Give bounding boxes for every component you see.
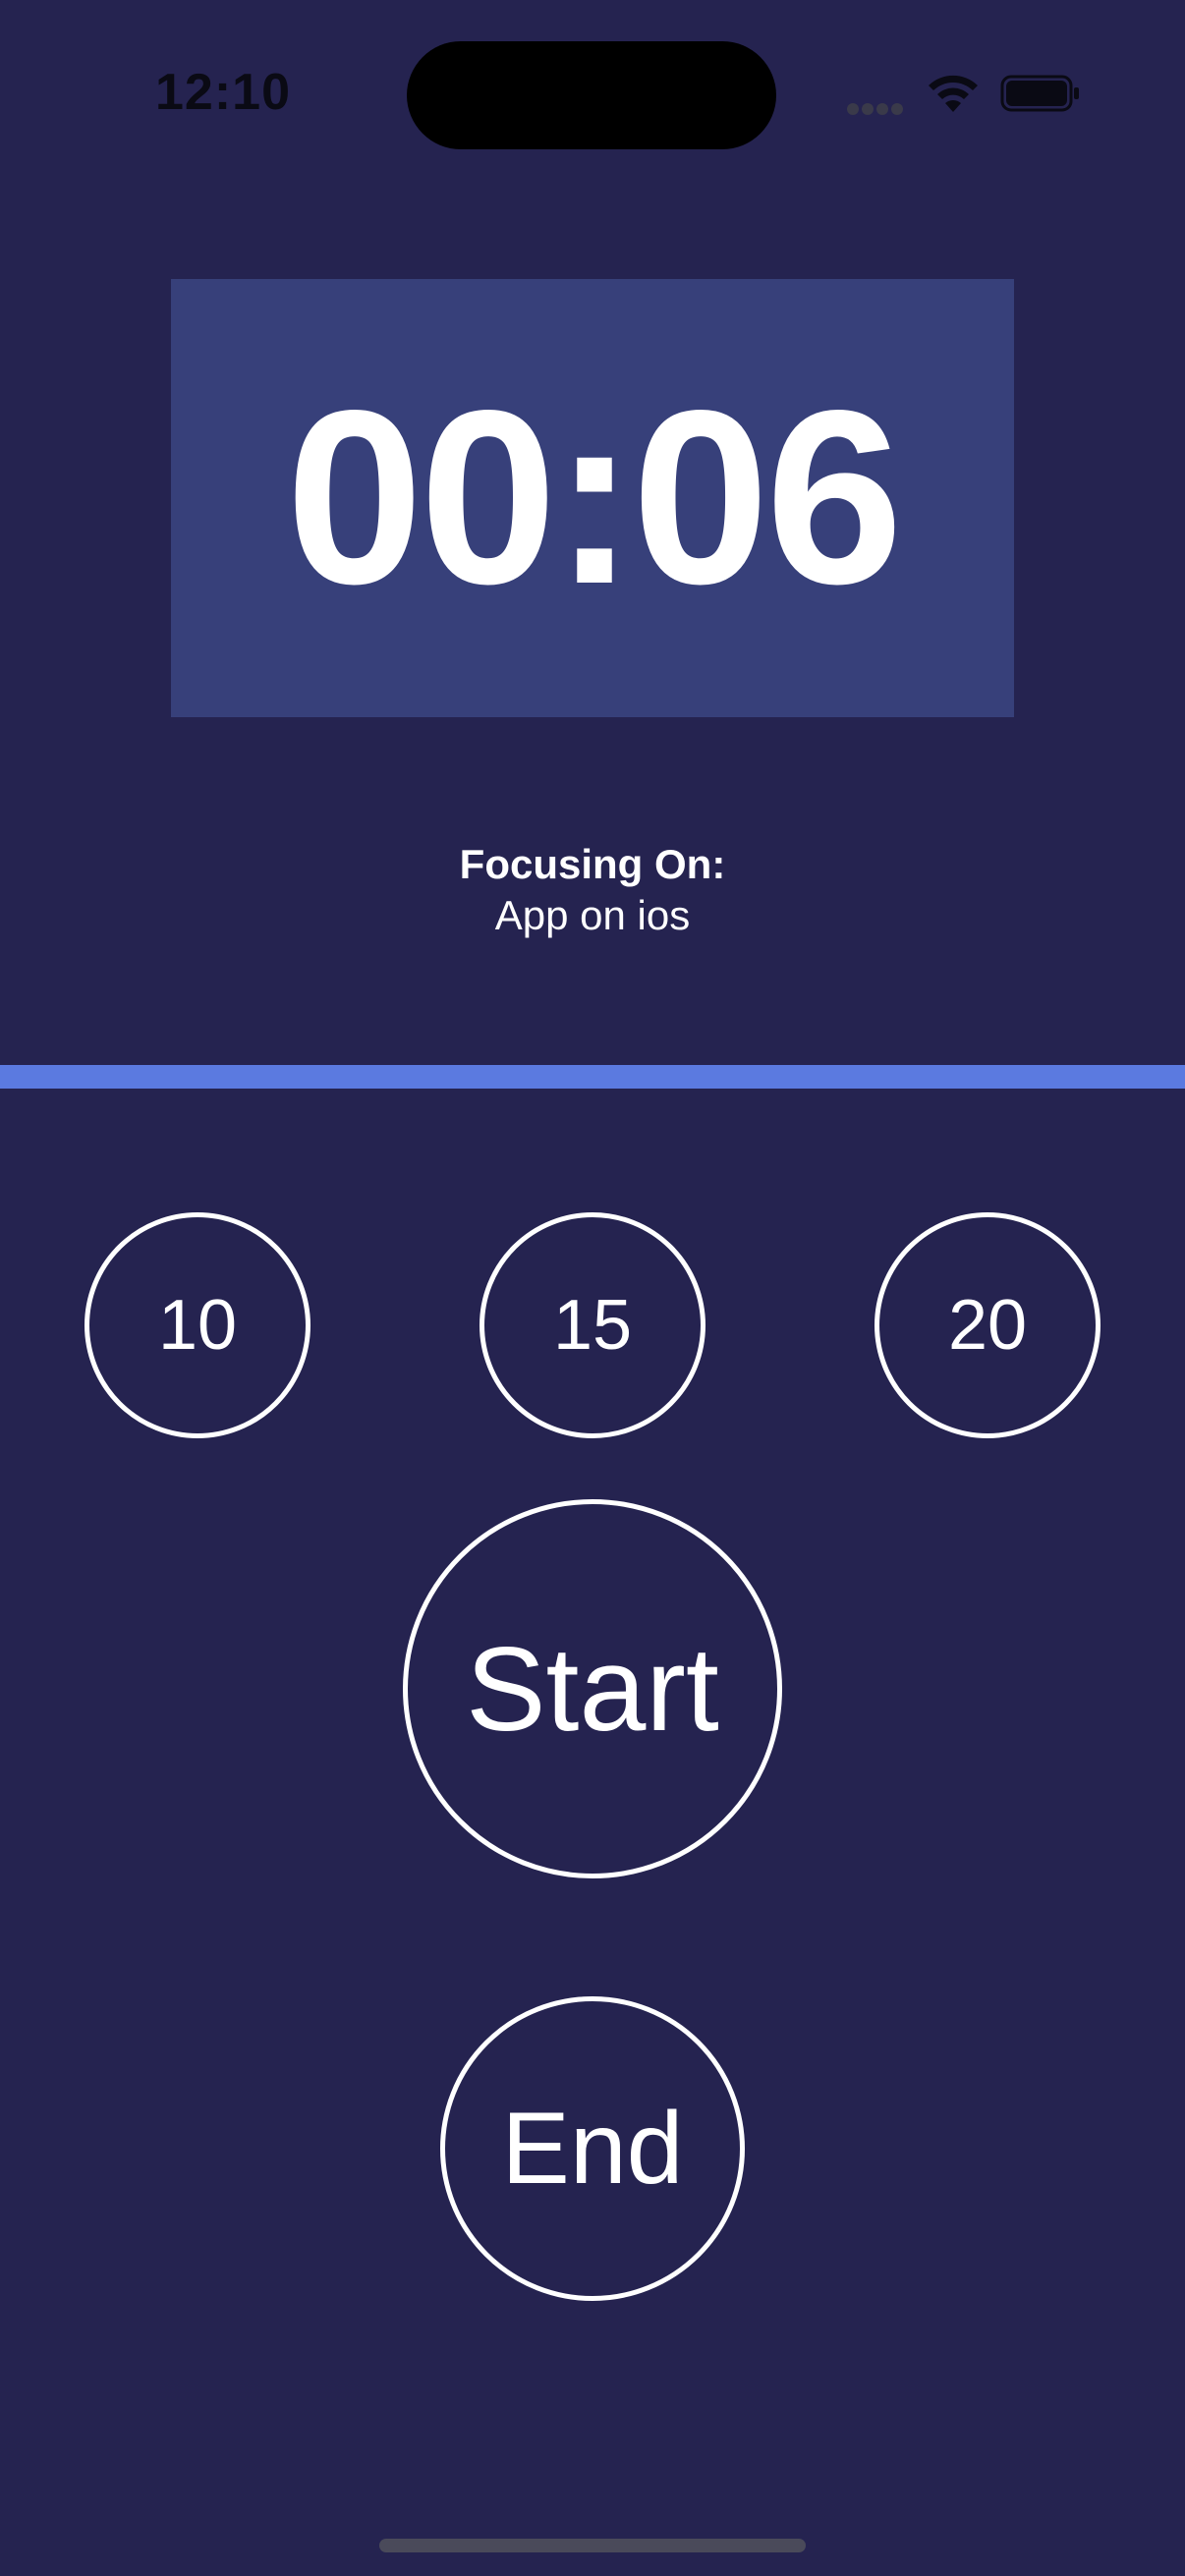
battery-icon <box>1000 75 1081 112</box>
preset-15-button[interactable]: 15 <box>480 1212 705 1438</box>
preset-20-button[interactable]: 20 <box>875 1212 1100 1438</box>
focus-label: Focusing On: <box>459 841 726 887</box>
divider-bar <box>0 1065 1185 1089</box>
end-button[interactable]: End <box>440 1996 745 2301</box>
status-time: 12:10 <box>155 64 291 121</box>
wifi-icon <box>926 71 981 114</box>
dynamic-island <box>407 41 776 149</box>
preset-10-button[interactable]: 10 <box>85 1212 310 1438</box>
focus-task-name: App on ios <box>494 892 691 938</box>
timer-display-panel: 00:06 <box>171 279 1014 717</box>
home-indicator[interactable] <box>379 2539 806 2552</box>
timer-readout: 00:06 <box>285 360 904 636</box>
start-button[interactable]: Start <box>403 1499 782 1878</box>
cellular-signal-icon <box>847 102 906 116</box>
